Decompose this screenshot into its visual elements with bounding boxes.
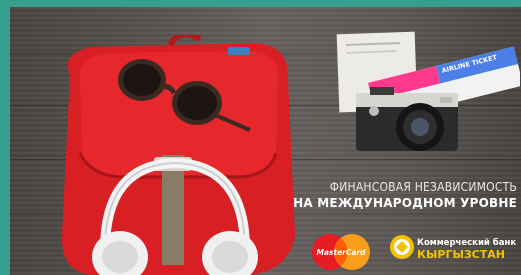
travel-items: AIRLINE TICKET (336, 31, 520, 151)
tagline-line1: ФИНАНСОВАЯ НЕЗАВИСИМОСТЬ (329, 180, 517, 194)
tagline: ФИНАНСОВАЯ НЕЗАВИСИМОСТЬ НА МЕЖДУНАРОДНО… (282, 180, 517, 210)
bank-name: Коммерческий банк КЫРГЫЗСТАН (417, 237, 516, 261)
backpack-illustration (61, 35, 295, 275)
mastercard-logo: MasterCard (312, 234, 370, 270)
camera-icon (356, 87, 458, 151)
mastercard-label: MasterCard (317, 248, 367, 257)
bank-line2: КЫРГЫЗСТАН (417, 248, 505, 261)
bank-logo (390, 235, 414, 259)
promo-banner[interactable]: AIRLINE TICKET ФИНАНСОВАЯ НЕЗАВИСИМОСТЬ … (10, 7, 521, 275)
tagline-line2: НА МЕЖДУНАРОДНОМ УРОВНЕ (293, 196, 517, 210)
